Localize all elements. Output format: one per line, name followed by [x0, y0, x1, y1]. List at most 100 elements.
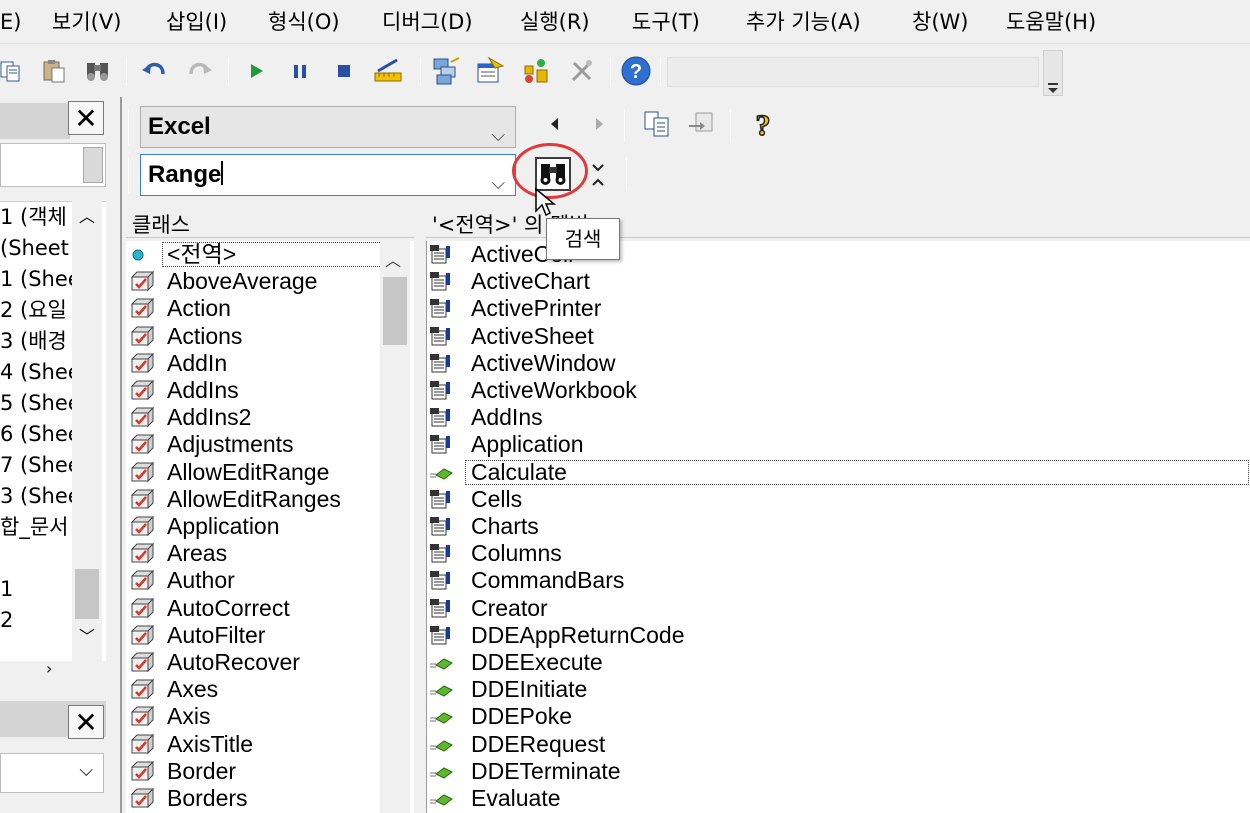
member-row[interactable]: ActiveWindow — [427, 350, 1250, 377]
scroll-right-icon[interactable]: › — [46, 659, 52, 678]
class-row[interactable]: AddIn — [126, 350, 414, 377]
member-row[interactable]: ActiveChart — [427, 268, 1250, 295]
member-row[interactable]: ActiveWorkbook — [427, 377, 1250, 404]
members-list[interactable]: ActiveCell ActiveChart ActivePrinter Active… — [426, 241, 1250, 813]
tree-item[interactable]: 2 — [0, 607, 13, 633]
pane-splitter[interactable] — [414, 212, 426, 813]
member-row[interactable]: Creator — [427, 595, 1250, 622]
class-row[interactable]: Axes — [126, 676, 414, 703]
class-row[interactable]: AddIns2 — [126, 404, 414, 431]
tree-item[interactable]: 합_문서 — [0, 514, 68, 540]
break-icon[interactable] — [284, 55, 316, 87]
redo-icon[interactable] — [184, 55, 216, 87]
tree-item[interactable]: 7 (Shee — [0, 452, 81, 478]
help-question-icon[interactable]: ? — [748, 108, 778, 145]
tree-item[interactable]: 1 (Shee — [0, 266, 81, 292]
project-explorer-icon[interactable] — [430, 55, 462, 87]
scroll-thumb[interactable] — [383, 277, 407, 345]
toolbar-options-grip[interactable] — [1043, 50, 1063, 96]
copy-to-clipboard-icon[interactable] — [642, 109, 672, 143]
class-row[interactable]: AllowEditRanges — [126, 486, 414, 513]
class-row[interactable]: Areas — [126, 540, 414, 567]
properties-window-icon[interactable] — [474, 55, 506, 87]
class-row[interactable]: AutoFilter — [126, 622, 414, 649]
menu-item[interactable]: 삽입(I) — [166, 8, 227, 36]
class-row[interactable]: AddIns — [126, 377, 414, 404]
class-row-globals[interactable]: <전역> — [126, 241, 414, 268]
scroll-up-icon[interactable]: ︿ — [385, 247, 401, 271]
project-tree-vertical-scrollbar[interactable]: ︿ ﹀ › — [46, 201, 102, 761]
tree-item[interactable]: 1 (객체 — [0, 204, 67, 230]
search-text-dropdown[interactable]: Range ⌵ — [140, 154, 516, 196]
menu-item[interactable]: 창(W) — [912, 8, 968, 36]
tree-item[interactable]: 6 (Shee — [0, 421, 81, 447]
tree-item[interactable]: 5 (Shee — [0, 390, 81, 416]
member-row[interactable]: Cells — [427, 486, 1250, 513]
member-row[interactable]: Charts — [427, 513, 1250, 540]
class-row[interactable]: AxisTitle — [126, 731, 414, 758]
object-browser-icon[interactable] — [520, 55, 552, 87]
menu-item[interactable]: 보기(V) — [52, 8, 121, 36]
member-row[interactable]: DDEPoke — [427, 703, 1250, 730]
class-row[interactable]: Actions — [126, 323, 414, 350]
classes-list[interactable]: <전역> AboveAverage Action Actions AddIn AddIns… — [126, 241, 414, 813]
search-button[interactable] — [535, 157, 571, 191]
menu-item[interactable]: E) — [0, 8, 21, 36]
tree-item[interactable]: 2 (요일 — [0, 297, 67, 323]
menu-item[interactable]: 도구(T) — [632, 8, 700, 36]
member-row[interactable]: DDERequest — [427, 731, 1250, 758]
class-row[interactable]: Application — [126, 513, 414, 540]
menu-item[interactable]: 실행(R) — [520, 8, 590, 36]
class-row[interactable]: AllowEditRange — [126, 459, 414, 486]
tree-item[interactable]: (Sheet — [0, 235, 69, 261]
close-properties-button[interactable]: ✕ — [68, 705, 104, 739]
member-row[interactable]: CommandBars — [427, 567, 1250, 594]
help-icon[interactable]: ? — [620, 55, 652, 87]
find-icon[interactable] — [82, 55, 114, 87]
scroll-up-icon[interactable]: ︿ — [79, 203, 95, 227]
design-mode-icon[interactable] — [372, 55, 404, 87]
scroll-thumb[interactable] — [75, 569, 99, 619]
show-hide-results-icon[interactable] — [590, 161, 606, 193]
scroll-down-icon[interactable]: ﹀ — [79, 623, 95, 647]
member-row[interactable]: Evaluate — [427, 785, 1250, 812]
undo-icon[interactable] — [138, 55, 170, 87]
class-row[interactable]: Border — [126, 758, 414, 785]
class-row[interactable]: Borders — [126, 785, 414, 812]
class-row[interactable]: Action — [126, 295, 414, 322]
go-back-icon[interactable] — [548, 114, 562, 138]
menu-item[interactable]: 추가 기능(A) — [746, 8, 861, 36]
tree-item[interactable]: 3 (Shee — [0, 483, 81, 509]
class-row[interactable]: AutoCorrect — [126, 595, 414, 622]
tree-item[interactable]: 4 (Shee — [0, 359, 81, 385]
library-dropdown[interactable]: Excel ⌵ — [140, 106, 516, 148]
properties-object-dropdown[interactable]: ⌵ — [0, 753, 104, 793]
member-row[interactable]: ActiveSheet — [427, 323, 1250, 350]
project-toolbar-grip[interactable] — [83, 147, 103, 183]
go-forward-icon[interactable] — [592, 114, 606, 138]
member-row[interactable]: Columns — [427, 540, 1250, 567]
close-project-explorer-button[interactable]: ✕ — [68, 101, 104, 135]
menu-item[interactable]: 디버그(D) — [382, 8, 473, 36]
class-row[interactable]: Author — [126, 567, 414, 594]
classes-vertical-scrollbar[interactable]: ︿ — [380, 241, 410, 813]
class-row[interactable]: AutoRecover — [126, 649, 414, 676]
view-definition-icon[interactable] — [686, 109, 716, 143]
tree-item[interactable]: 1 — [0, 576, 13, 602]
menu-item[interactable]: 형식(O) — [268, 8, 340, 36]
member-row[interactable]: DDEInitiate — [427, 676, 1250, 703]
paste-icon[interactable] — [38, 55, 70, 87]
class-row[interactable]: Adjustments — [126, 431, 414, 458]
member-row[interactable]: AddIns — [427, 404, 1250, 431]
reset-icon[interactable] — [328, 55, 360, 87]
member-row[interactable]: DDEExecute — [427, 649, 1250, 676]
class-row[interactable]: AboveAverage — [126, 268, 414, 295]
member-row[interactable]: DDETerminate — [427, 758, 1250, 785]
class-row[interactable]: Axis — [126, 703, 414, 730]
member-row[interactable]: Calculate — [427, 459, 1250, 486]
member-row[interactable]: DDEAppReturnCode — [427, 622, 1250, 649]
run-icon[interactable] — [240, 55, 272, 87]
copy-icon[interactable] — [0, 55, 26, 87]
toolbox-icon[interactable] — [566, 55, 598, 87]
member-row[interactable]: ActivePrinter — [427, 295, 1250, 322]
